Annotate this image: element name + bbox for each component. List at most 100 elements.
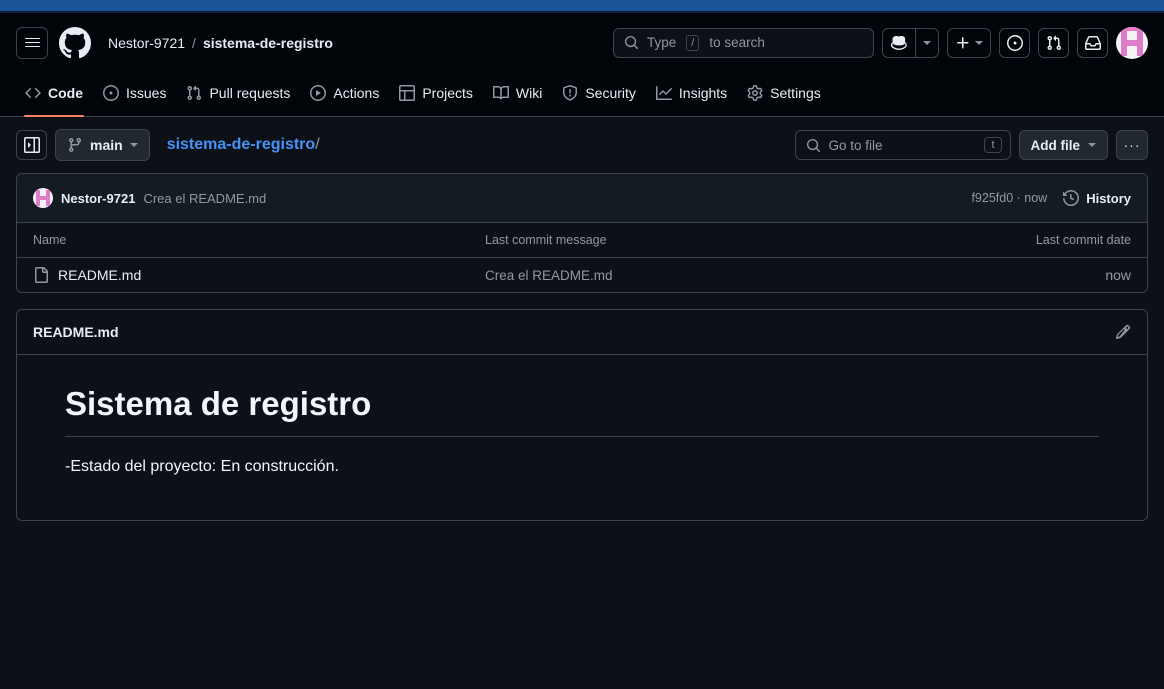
tab-actions-label: Actions xyxy=(333,84,380,101)
repository-nav: Code Issues Pull requests Actions Projec… xyxy=(0,72,1164,117)
readme-header: README.md xyxy=(17,310,1147,355)
git-pull-request-icon xyxy=(1046,35,1061,50)
tab-code[interactable]: Code xyxy=(16,76,92,117)
plus-icon xyxy=(957,36,969,48)
copilot-split-button[interactable] xyxy=(882,27,939,58)
branch-name: main xyxy=(90,137,123,153)
file-navigation-bar: main sistema-de-registro/ Go to file t A… xyxy=(16,117,1148,173)
tab-issues-label: Issues xyxy=(126,84,167,101)
tab-issues[interactable]: Issues xyxy=(94,76,175,109)
path-separator: / xyxy=(315,136,320,153)
sidebar-toggle-icon[interactable] xyxy=(16,130,47,160)
issue-opened-icon xyxy=(103,84,119,101)
file-navigation-actions: Go to file t Add file ··· xyxy=(794,130,1148,160)
file-commit-message-link[interactable]: Crea el README.md xyxy=(485,268,613,283)
readme-panel: README.md Sistema de registro -Estado de… xyxy=(16,309,1148,522)
add-file-button[interactable]: Add file xyxy=(1018,130,1108,160)
create-new-button[interactable] xyxy=(947,27,991,58)
tab-pull-requests-label: Pull requests xyxy=(209,84,291,101)
notifications-inbox-button[interactable] xyxy=(1077,27,1108,58)
shield-icon xyxy=(563,84,578,101)
tab-security[interactable]: Security xyxy=(553,76,645,109)
file-name-cell: README.md xyxy=(17,257,469,292)
tab-insights-label: Insights xyxy=(678,84,728,101)
global-header: Nestor-9721 / sistema-de-registro Type /… xyxy=(0,13,1164,72)
tab-insights[interactable]: Insights xyxy=(647,76,736,109)
git-branch-icon xyxy=(68,138,81,153)
file-commit-message-cell: Crea el README.md xyxy=(469,257,989,292)
readme-title: README.md xyxy=(33,324,119,340)
tab-security-label: Security xyxy=(585,84,636,101)
hamburger-menu-icon[interactable] xyxy=(16,26,48,59)
table-row[interactable]: README.md Crea el README.md now xyxy=(17,257,1147,292)
go-to-file-shortcut-key: t xyxy=(984,137,1002,153)
path-breadcrumb: sistema-de-registro/ xyxy=(167,136,320,154)
commit-message[interactable]: Crea el README.md xyxy=(143,191,266,206)
commit-meta-group: f925fd0 · now History xyxy=(971,190,1131,206)
tab-code-label: Code xyxy=(48,84,83,101)
latest-commit-row: Nestor-9721 Crea el README.md f925fd0 · … xyxy=(17,174,1147,223)
files-panel: Nestor-9721 Crea el README.md f925fd0 · … xyxy=(16,173,1148,293)
sidebar-expand-icon xyxy=(23,137,40,153)
search-icon xyxy=(806,138,820,152)
branch-selector-button[interactable]: main xyxy=(55,129,150,161)
copilot-icon xyxy=(891,35,907,50)
search-icon xyxy=(624,35,639,50)
chevron-down-icon xyxy=(1088,143,1096,147)
header-actions: Type / to search xyxy=(613,26,1148,59)
gear-icon xyxy=(747,84,763,101)
files-table-header-row: Name Last commit message Last commit dat… xyxy=(17,223,1147,258)
breadcrumb: Nestor-9721 / sistema-de-registro xyxy=(108,35,333,51)
avatar[interactable] xyxy=(1116,26,1148,59)
search-slash-key: / xyxy=(686,34,700,51)
edit-readme-button[interactable] xyxy=(1115,324,1131,340)
search-suffix: to search xyxy=(709,35,765,50)
pencil-icon xyxy=(1115,324,1131,340)
your-pull-requests-button[interactable] xyxy=(1038,27,1069,58)
more-options-button[interactable]: ··· xyxy=(1116,130,1148,160)
tab-wiki-label: Wiki xyxy=(515,84,543,101)
table-icon xyxy=(399,84,416,101)
path-repo-link[interactable]: sistema-de-registro xyxy=(167,136,316,153)
code-icon xyxy=(25,87,41,98)
column-header-date: Last commit date xyxy=(988,223,1147,258)
book-icon xyxy=(492,85,509,99)
tab-wiki[interactable]: Wiki xyxy=(484,76,551,109)
tab-projects-label: Projects xyxy=(422,84,473,101)
commit-author-name[interactable]: Nestor-9721 xyxy=(61,191,135,206)
tab-projects[interactable]: Projects xyxy=(390,76,482,109)
github-logo[interactable] xyxy=(59,26,91,59)
breadcrumb-repo[interactable]: sistema-de-registro xyxy=(203,35,333,51)
search-prefix: Type xyxy=(647,35,677,50)
add-file-label: Add file xyxy=(1030,137,1081,153)
file-icon xyxy=(35,267,48,283)
play-icon xyxy=(310,84,327,101)
go-to-file-placeholder: Go to file xyxy=(828,137,883,153)
column-header-name: Name xyxy=(17,223,469,258)
browser-chrome-strip xyxy=(0,0,1164,11)
commit-author-avatar[interactable] xyxy=(33,188,53,208)
readme-paragraph: -Estado del proyecto: En construcción. xyxy=(65,458,339,476)
tab-settings-label: Settings xyxy=(770,84,821,101)
git-pull-request-icon xyxy=(187,85,202,100)
tab-actions[interactable]: Actions xyxy=(301,76,388,109)
history-icon xyxy=(1063,190,1080,206)
copilot-button[interactable] xyxy=(883,29,915,57)
search-input[interactable]: Type / to search xyxy=(613,27,874,58)
go-to-file-input[interactable]: Go to file t xyxy=(794,130,1011,160)
history-button[interactable]: History xyxy=(1063,190,1131,206)
files-table: Name Last commit message Last commit dat… xyxy=(17,223,1147,292)
repository-content: main sistema-de-registro/ Go to file t A… xyxy=(0,117,1164,522)
history-label: History xyxy=(1086,190,1131,206)
kebab-label: ··· xyxy=(1123,137,1141,153)
breadcrumb-separator: / xyxy=(192,34,196,51)
file-commit-date-cell: now xyxy=(988,257,1147,292)
commit-sha-time[interactable]: f925fd0 · now xyxy=(971,191,1047,205)
tab-pull-requests[interactable]: Pull requests xyxy=(177,76,299,109)
copilot-dropdown-toggle[interactable] xyxy=(915,28,938,57)
file-link[interactable]: README.md xyxy=(58,267,141,283)
tab-settings[interactable]: Settings xyxy=(738,76,830,109)
your-issues-button[interactable] xyxy=(999,27,1030,58)
breadcrumb-owner[interactable]: Nestor-9721 xyxy=(108,35,185,51)
chevron-down-icon xyxy=(129,143,138,147)
